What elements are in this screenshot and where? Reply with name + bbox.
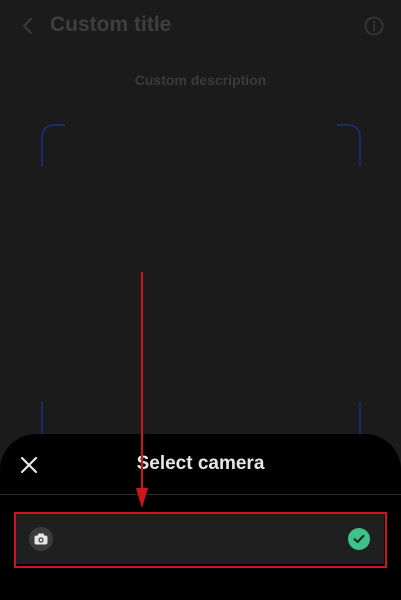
camera-icon — [29, 527, 53, 551]
screen: Custom title Custom description Select c… — [0, 0, 401, 600]
sheet-title: Select camera — [136, 453, 265, 474]
info-button[interactable] — [363, 15, 385, 37]
select-camera-sheet: Select camera — [0, 434, 401, 600]
scan-frame — [41, 124, 361, 436]
scan-frame-corner-top-left — [41, 124, 65, 166]
back-button[interactable] — [14, 12, 42, 40]
chevron-left-icon — [22, 17, 33, 35]
sheet-divider — [0, 494, 401, 495]
selected-check-icon — [348, 528, 370, 550]
scanner-description: Custom description — [134, 72, 267, 88]
info-icon — [364, 16, 384, 36]
top-app-bar: Custom title — [0, 0, 401, 54]
page-title: Custom title — [50, 13, 172, 36]
scan-frame-corner-top-right — [337, 124, 361, 166]
camera-option[interactable] — [16, 514, 384, 564]
